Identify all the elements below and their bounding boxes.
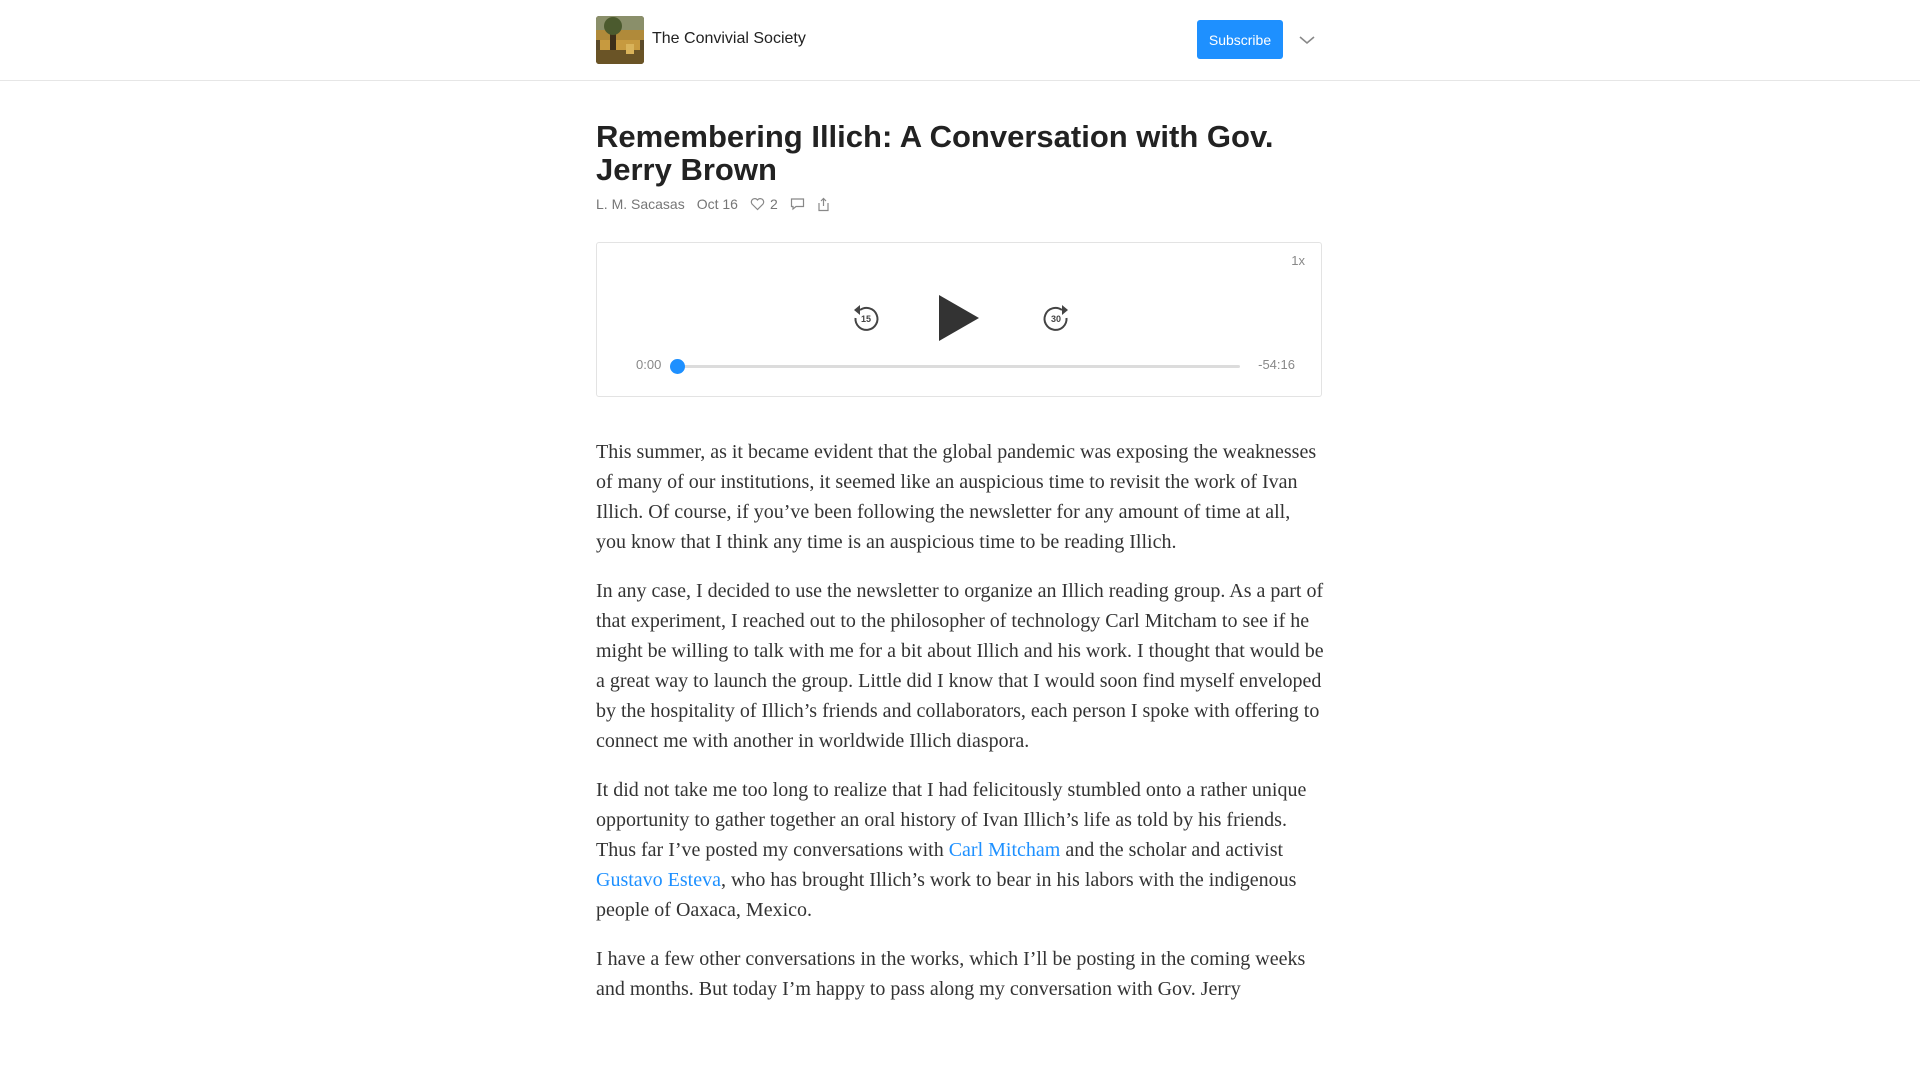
article-title: Remembering Illich: A Conversation with … [596,119,1274,187]
paragraph: I have a few other conversations in the … [596,948,1306,1000]
author-name[interactable]: L. M. Sacasas [596,196,685,212]
remaining-time: -54:16 [1258,357,1295,372]
play-icon [939,295,979,341]
seek-bar[interactable] [670,359,1240,374]
heart-icon [750,198,765,211]
subscribe-button[interactable]: Subscribe [1197,20,1283,59]
link-gustavo-esteva[interactable]: Gustavo Esteva [596,869,721,891]
skip-back-15-button[interactable]: 15 [851,303,881,333]
link-carl-mitcham[interactable]: Carl Mitcham [949,839,1061,861]
skip-forward-seconds: 30 [1051,314,1061,324]
comment-icon [790,198,804,211]
share-button[interactable] [817,197,830,212]
comment-button[interactable] [790,197,805,211]
forward-30-icon: 30 [1043,305,1068,331]
article: Remembering Illich: A Conversation with … [596,120,1324,1023]
seek-handle[interactable] [670,359,685,374]
skip-back-seconds: 15 [861,314,871,324]
audio-player: 1x 15 30 0:00 -54:16 [596,242,1322,397]
current-time: 0:00 [636,357,662,372]
chevron-down-icon[interactable] [1297,30,1317,50]
post-date: Oct 16 [696,196,738,212]
paragraph: It did not take me too long to realize t… [596,775,1324,925]
publication-logo[interactable] [596,16,644,64]
like-button[interactable]: 2 [750,196,778,212]
paragraph: This summer, as it became evident that t… [596,441,1317,553]
share-icon [818,197,829,211]
painting-thumbnail-icon [596,16,644,64]
article-meta: L. M. Sacasas Oct 16 2 [596,194,1324,214]
article-body: This summer, as it became evident that t… [596,437,1324,1004]
publication-name[interactable]: The Convivial Society [652,30,806,48]
skip-forward-30-button[interactable]: 30 [1041,303,1071,333]
paragraph-text: and the scholar and activist [1060,839,1284,861]
play-button[interactable] [937,293,981,343]
rewind-15-icon: 15 [854,305,879,331]
top-bar: The Convivial Society Subscribe [0,0,1920,81]
playback-speed-button[interactable]: 1x [1291,253,1305,268]
like-count: 2 [769,196,778,212]
paragraph: In any case, I decided to use the newsle… [596,580,1324,752]
top-bar-inner: The Convivial Society Subscribe [596,16,1322,64]
